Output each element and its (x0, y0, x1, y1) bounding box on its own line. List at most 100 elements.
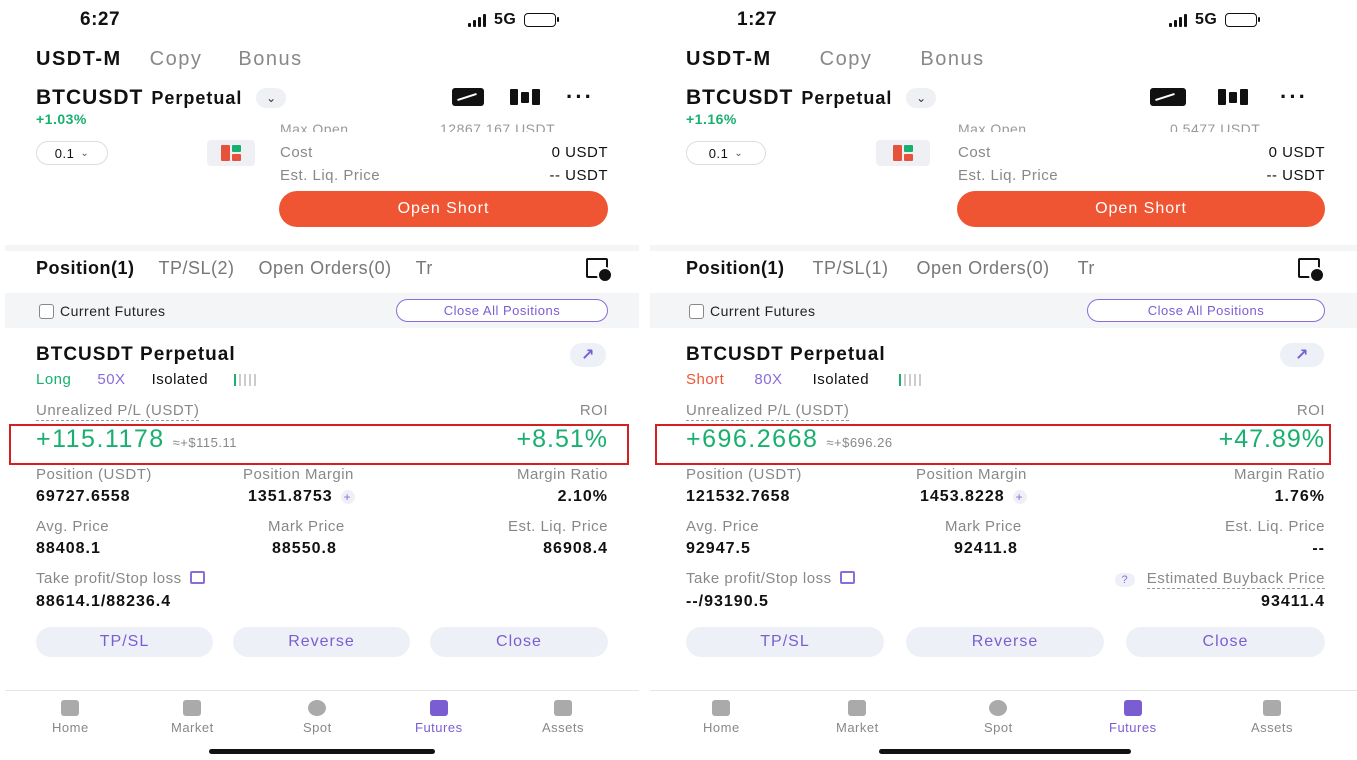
roi-label: ROI (579, 402, 608, 419)
nav-market[interactable]: Market (836, 700, 879, 735)
close-all-positions-button[interactable]: Close All Positions (396, 299, 608, 322)
nav-futures[interactable]: Futures (415, 700, 463, 735)
tab-truncated[interactable]: Tr (1078, 258, 1100, 279)
quantity-selector[interactable]: 0.1 ⌄ (686, 141, 766, 165)
leverage-tag[interactable]: 80X (754, 371, 782, 388)
current-futures-checkbox[interactable]: Current Futures (689, 303, 816, 319)
risk-bars-icon (899, 373, 922, 386)
tab-position[interactable]: Position(1) (36, 258, 135, 279)
nav-market[interactable]: Market (171, 700, 214, 735)
est-liq-price-label: Est. Liq. Price (507, 518, 608, 535)
close-button[interactable]: Close (1126, 627, 1325, 657)
tab-tpsl[interactable]: TP/SL(1) (813, 258, 889, 279)
more-icon[interactable]: ··· (566, 86, 594, 108)
nav-home[interactable]: Home (703, 700, 740, 735)
chevron-down-icon[interactable]: ⌄ (906, 88, 937, 108)
market-icon (848, 700, 867, 716)
leverage-tag[interactable]: 50X (97, 371, 125, 388)
left-screen: 6:27 5G USDT-M Copy Bonus BTCUSDT Perpet… (0, 0, 645, 760)
mark-price-label: Mark Price (945, 518, 1022, 535)
tab-tpsl[interactable]: TP/SL(2) (159, 258, 235, 279)
tpsl-button[interactable]: TP/SL (36, 627, 213, 657)
position-tabs: Position(1) TP/SL(1) Open Orders(0) Tr (686, 258, 1100, 279)
tab-truncated[interactable]: Tr (416, 258, 432, 279)
reverse-button[interactable]: Reverse (233, 627, 410, 657)
margin-ratio-label: Margin Ratio (516, 466, 608, 483)
tab-open-orders[interactable]: Open Orders(0) (259, 258, 392, 279)
unrealized-pl-label[interactable]: Unrealized P/L (USDT) (36, 402, 200, 421)
candlestick-icon[interactable] (510, 89, 540, 105)
tpsl-button[interactable]: TP/SL (686, 627, 884, 657)
tab-bonus[interactable]: Bonus (920, 48, 984, 71)
status-time: 1:27 (737, 9, 778, 30)
quantity-value: 0.1 (54, 145, 75, 161)
checkbox-icon[interactable] (689, 303, 704, 319)
open-short-button[interactable]: Open Short (279, 191, 608, 227)
home-icon (712, 700, 731, 716)
current-futures-label: Current Futures (60, 303, 166, 319)
avg-price-value: 88408.1 (36, 540, 101, 557)
cost-label: Cost (958, 144, 991, 161)
order-history-icon[interactable] (586, 258, 613, 283)
tab-usdt-m[interactable]: USDT-M (686, 48, 772, 71)
reverse-button[interactable]: Reverse (906, 627, 1104, 657)
tab-copy[interactable]: Copy (820, 48, 873, 71)
orderbook-toggle-icon[interactable] (207, 140, 255, 166)
nav-assets[interactable]: Assets (542, 700, 584, 735)
position-size-value: 69727.6558 (36, 488, 131, 505)
close-all-positions-button[interactable]: Close All Positions (1087, 299, 1325, 322)
tab-open-orders[interactable]: Open Orders(0) (917, 258, 1050, 279)
nav-assets[interactable]: Assets (1251, 700, 1293, 735)
candlestick-icon[interactable] (1218, 89, 1248, 105)
open-short-button[interactable]: Open Short (957, 191, 1325, 227)
share-icon[interactable]: ↗ (1280, 343, 1324, 367)
mark-price-value: 92411.8 (954, 540, 1018, 557)
position-size-value: 121532.7658 (686, 488, 791, 505)
edit-icon[interactable] (839, 571, 855, 584)
buyback-label[interactable]: Estimated Buyback Price (1146, 570, 1325, 589)
share-icon[interactable]: ↗ (570, 343, 606, 367)
signal-icon (468, 13, 486, 27)
help-icon[interactable]: ? (1114, 572, 1135, 587)
position-margin-value: 1351.8753 (248, 488, 333, 505)
current-futures-label: Current Futures (710, 303, 816, 319)
nav-home[interactable]: Home (52, 700, 89, 735)
more-icon[interactable]: ··· (1280, 86, 1308, 108)
add-margin-icon[interactable]: + (340, 490, 355, 504)
chevron-down-icon[interactable]: ⌄ (256, 88, 287, 108)
tpsl-value: 88614.1/88236.4 (36, 593, 172, 610)
status-icons: 5G (1169, 11, 1261, 29)
checkbox-icon[interactable] (39, 303, 54, 319)
side-tag: Short (686, 371, 725, 388)
nav-spot[interactable]: Spot (303, 700, 332, 735)
current-futures-checkbox[interactable]: Current Futures (39, 303, 166, 319)
close-button[interactable]: Close (430, 627, 608, 657)
pair-header[interactable]: BTCUSDT Perpetual ⌄ (36, 86, 287, 110)
liq-price-label: Est. Liq. Price (958, 167, 1059, 184)
edit-icon[interactable] (189, 571, 205, 584)
pair-name: BTCUSDT (686, 86, 794, 109)
tab-usdt-m[interactable]: USDT-M (36, 48, 122, 71)
quantity-selector[interactable]: 0.1 ⌄ (36, 141, 108, 165)
nav-spot[interactable]: Spot (984, 700, 1013, 735)
pair-type: Perpetual (151, 87, 243, 108)
tab-copy[interactable]: Copy (150, 48, 203, 71)
order-history-icon[interactable] (1298, 258, 1325, 283)
tab-position[interactable]: Position(1) (686, 258, 785, 279)
chart-icon[interactable] (452, 88, 484, 106)
est-liq-price-label: Est. Liq. Price (1224, 518, 1325, 535)
add-margin-icon[interactable]: + (1012, 490, 1027, 504)
pair-header[interactable]: BTCUSDT Perpetual ⌄ (686, 86, 937, 110)
unrealized-pl-label[interactable]: Unrealized P/L (USDT) (686, 402, 850, 421)
chart-icon[interactable] (1150, 88, 1186, 106)
liq-price-value: -- USDT (1266, 167, 1325, 184)
signal-icon (1169, 13, 1187, 27)
nav-futures[interactable]: Futures (1109, 700, 1157, 735)
position-title: BTCUSDT Perpetual (686, 344, 886, 365)
orderbook-toggle-icon[interactable] (876, 140, 930, 166)
cost-value: 0 USDT (551, 144, 608, 161)
position-margin: 1453.8228 + (920, 488, 1027, 506)
tab-bonus[interactable]: Bonus (238, 48, 302, 71)
position-size-label: Position (USDT) (36, 466, 152, 483)
roi-value: +8.51% (516, 425, 608, 453)
